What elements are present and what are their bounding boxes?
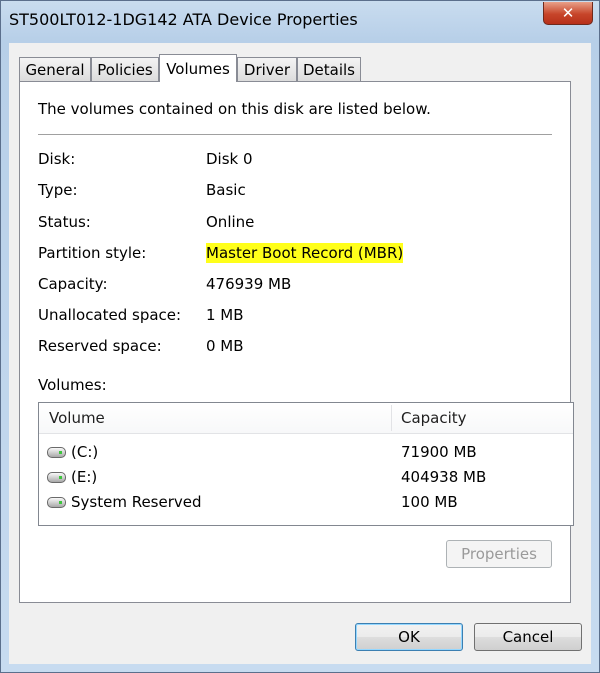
column-header-volume[interactable]: Volume	[49, 409, 105, 427]
volume-name: System Reserved	[71, 493, 202, 511]
title-bar[interactable]: ST500LT012-1DG142 ATA Device Properties …	[1, 1, 599, 41]
volumes-tab-panel: The volumes contained on this disk are l…	[19, 81, 574, 603]
status-label: Status:	[38, 213, 91, 231]
cancel-button[interactable]: Cancel	[474, 623, 582, 651]
drive-icon	[47, 472, 66, 483]
drive-icon	[47, 497, 66, 508]
type-value: Basic	[206, 181, 246, 199]
tab-policies[interactable]: Policies	[91, 57, 159, 81]
volume-name: (E:)	[71, 468, 98, 486]
volume-name: (C:)	[71, 443, 99, 461]
column-divider[interactable]	[391, 405, 392, 431]
type-label: Type:	[38, 181, 78, 199]
reserved-space-label: Reserved space:	[38, 337, 162, 355]
volume-capacity: 100 MB	[401, 493, 458, 511]
tab-general[interactable]: General	[19, 57, 91, 81]
disk-label: Disk:	[38, 150, 76, 168]
properties-button[interactable]: Properties	[446, 540, 552, 568]
tab-driver[interactable]: Driver	[237, 57, 297, 81]
partition-style-label: Partition style:	[38, 244, 147, 262]
separator	[38, 134, 552, 135]
unallocated-space-value: 1 MB	[206, 306, 244, 324]
tab-volumes[interactable]: Volumes	[159, 54, 237, 82]
unallocated-space-label: Unallocated space:	[38, 306, 182, 324]
volumes-list[interactable]: Volume Capacity (C:) 71900 MB (E:) 40493…	[38, 402, 574, 526]
disk-value: Disk 0	[206, 150, 253, 168]
window-title: ST500LT012-1DG142 ATA Device Properties	[9, 10, 358, 29]
partition-style-value: Master Boot Record (MBR)	[206, 243, 404, 263]
reserved-space-value: 0 MB	[206, 337, 244, 355]
tab-details[interactable]: Details	[297, 57, 361, 81]
list-item[interactable]: (C:) 71900 MB	[39, 441, 573, 465]
list-item[interactable]: System Reserved 100 MB	[39, 491, 573, 515]
device-properties-window: ST500LT012-1DG142 ATA Device Properties …	[0, 0, 600, 673]
dialog-client-area: General Policies Volumes Driver Details …	[9, 43, 591, 664]
volume-capacity: 71900 MB	[401, 443, 477, 461]
list-item[interactable]: (E:) 404938 MB	[39, 466, 573, 490]
volume-capacity: 404938 MB	[401, 468, 487, 486]
capacity-label: Capacity:	[38, 275, 108, 293]
drive-icon	[47, 447, 66, 458]
close-icon: ✕	[561, 4, 575, 22]
close-button[interactable]: ✕	[543, 2, 593, 25]
partition-style-value-wrapper: Master Boot Record (MBR)	[206, 243, 404, 263]
capacity-value: 476939 MB	[206, 275, 292, 293]
intro-text: The volumes contained on this disk are l…	[38, 100, 431, 118]
status-value: Online	[206, 213, 255, 231]
ok-button[interactable]: OK	[355, 623, 463, 651]
column-header-capacity[interactable]: Capacity	[401, 409, 467, 427]
list-header: Volume Capacity	[39, 403, 573, 434]
volumes-label: Volumes:	[38, 376, 107, 394]
